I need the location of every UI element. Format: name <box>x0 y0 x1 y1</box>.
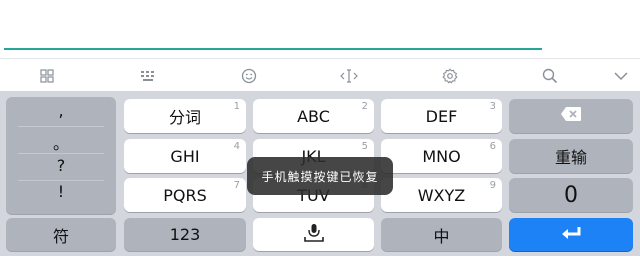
backspace-icon <box>560 106 582 126</box>
key-label: 中 <box>433 226 450 246</box>
key-number: 9 <box>489 180 496 191</box>
key-label: GHI <box>170 146 200 166</box>
key-ghi[interactable]: GHI 4 <box>124 139 246 173</box>
key-def[interactable]: DEF 3 <box>381 99 502 133</box>
punct-period[interactable]: 。 <box>16 130 106 154</box>
keyboard-toolbar <box>0 58 640 91</box>
key-number: 6 <box>489 141 496 152</box>
key-fenci[interactable]: 分词 1 <box>124 99 246 133</box>
key-label: 符 <box>52 226 69 246</box>
key-label: 分词 <box>168 108 201 127</box>
input-underline <box>4 48 542 50</box>
key-label: 重输 <box>554 148 587 167</box>
key-pqrs[interactable]: PQRS 7 <box>124 178 246 212</box>
key-number: 1 <box>233 101 240 112</box>
toast-message: 手机触摸按键已恢复 <box>247 157 393 195</box>
keyboard-icon[interactable] <box>138 67 158 85</box>
key-zero[interactable]: 0 <box>509 178 633 212</box>
enter-icon <box>559 225 583 245</box>
numbers-button[interactable]: 123 <box>124 218 246 251</box>
key-abc[interactable]: ABC 2 <box>253 99 374 133</box>
key-label: 0 <box>564 182 578 208</box>
key-number: 7 <box>233 180 240 191</box>
key-label: MNO <box>422 146 461 166</box>
key-number: 3 <box>489 101 496 112</box>
emoji-icon[interactable] <box>239 67 259 85</box>
punct-comma[interactable]: , <box>16 101 106 120</box>
microphone-icon <box>303 223 325 247</box>
key-wxyz[interactable]: WXYZ 9 <box>381 178 502 212</box>
space-voice-button[interactable] <box>253 218 374 251</box>
reenter-button[interactable]: 重输 <box>509 139 633 173</box>
key-mno[interactable]: MNO 6 <box>381 139 502 173</box>
backspace-button[interactable] <box>509 99 633 133</box>
symbols-button[interactable]: 符 <box>6 218 116 251</box>
key-number: 5 <box>361 141 368 152</box>
enter-button[interactable] <box>509 218 633 251</box>
chevron-down-icon[interactable] <box>611 67 631 85</box>
text-input-area[interactable] <box>0 0 640 58</box>
key-label: ABC <box>297 106 330 126</box>
key-label: DEF <box>425 106 458 126</box>
punctuation-column[interactable]: , 。 ? ! <box>6 97 116 214</box>
punct-exclaim[interactable]: ! <box>16 182 106 201</box>
punct-question[interactable]: ? <box>16 156 106 175</box>
key-label: 123 <box>169 225 201 244</box>
key-label: WXYZ <box>417 185 466 205</box>
settings-icon[interactable] <box>440 67 460 85</box>
cursor-icon[interactable] <box>339 67 359 85</box>
key-label: PQRS <box>163 185 207 205</box>
key-number: 4 <box>233 141 240 152</box>
key-number: 2 <box>361 101 368 112</box>
search-icon[interactable] <box>540 67 560 85</box>
language-toggle-button[interactable]: 中 <box>381 218 502 251</box>
grid-icon[interactable] <box>37 67 57 85</box>
